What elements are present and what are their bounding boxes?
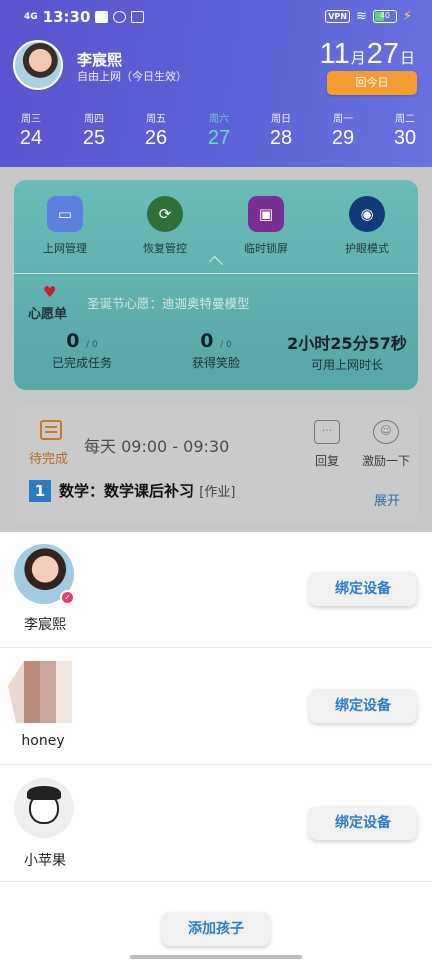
kid-mode-subtitle: 自由上网（今日生效）: [77, 70, 187, 83]
bind-device-button[interactable]: 绑定设备: [309, 689, 417, 723]
child-avatar[interactable]: [14, 778, 74, 838]
task-card: 待完成 每天 09:00 - 09:30 ··· 回复 ☺ 激励一下 1 数学：…: [15, 405, 418, 525]
day-item[interactable]: 周日 28: [256, 110, 306, 150]
header: 4G 13:30 VPN ≋ 40 ⚡ 李宸熙 自由上网（今日生效） 11 月 2…: [0, 0, 432, 167]
child-row[interactable]: honey 绑定设备: [0, 649, 432, 765]
current-date: 11 月 27 日: [319, 38, 415, 70]
selected-check-icon: ✓: [60, 590, 75, 605]
wishlist-label[interactable]: 心愿单: [28, 303, 67, 322]
child-row[interactable]: ✓ 李宸熙 绑定设备: [0, 532, 432, 648]
restore-icon: ⟳: [147, 196, 183, 232]
monitor-icon: ▭: [47, 196, 83, 232]
smiles-stat: 0 / 0 获得笑脸: [191, 330, 240, 370]
encourage-button[interactable]: ☺ 激励一下: [358, 420, 414, 469]
todo-list-icon: [40, 420, 62, 440]
day-item[interactable]: 周四 25: [69, 110, 119, 150]
mail-icon: [95, 11, 109, 23]
task-title[interactable]: 数学：数学课后补习 [作业]: [59, 480, 235, 501]
day-item[interactable]: 周三 24: [6, 110, 56, 150]
child-name: 李宸熙: [24, 617, 66, 633]
status-bar: 4G 13:30 VPN ≋ 40 ⚡: [0, 0, 432, 34]
smile-icon: ☺: [373, 420, 399, 444]
signal-indicator: 4G: [24, 11, 38, 22]
day-item[interactable]: 周二 30: [380, 110, 430, 150]
home-indicator[interactable]: [130, 955, 302, 959]
eye-care-button[interactable]: ◉ 护眼模式: [327, 196, 407, 256]
child-name: 小苹果: [24, 853, 66, 869]
charging-icon: ⚡: [402, 9, 412, 24]
kid-name[interactable]: 李宸熙: [77, 49, 122, 70]
add-child-button[interactable]: 添加孩子: [162, 912, 270, 946]
divider: [14, 273, 418, 274]
week-strip: 周三 24 周四 25 周五 26 周六 27 周日 28 周一 29 周二 30: [0, 110, 432, 154]
task-schedule: 每天 09:00 - 09:30: [84, 437, 230, 456]
restore-control-button[interactable]: ⟳ 恢复管控: [125, 196, 205, 256]
expand-link[interactable]: 展开: [374, 490, 400, 509]
bind-device-button[interactable]: 绑定设备: [309, 806, 417, 840]
wifi-icon: ≋: [355, 9, 367, 24]
eye-icon: ◉: [349, 196, 385, 232]
completed-tasks-stat: 0 / 0 已完成任务: [51, 330, 112, 370]
vpn-badge: VPN: [325, 10, 350, 23]
task-number: 1: [29, 480, 51, 502]
heart-icon: ♥: [43, 283, 57, 301]
day-item-selected[interactable]: 周六 27: [194, 110, 244, 150]
back-to-today-button[interactable]: 回今日: [327, 71, 417, 95]
child-avatar[interactable]: [8, 661, 88, 723]
lock-icon: ▣: [248, 196, 284, 232]
status-time: 13:30: [42, 8, 91, 26]
child-row[interactable]: 小苹果 绑定设备: [0, 766, 432, 882]
child-select-sheet: ✓ 李宸熙 绑定设备 honey 绑定设备 小苹果 绑定设备 添加孩子: [0, 532, 432, 960]
bind-device-button[interactable]: 绑定设备: [309, 572, 417, 606]
day-item[interactable]: 周一 29: [318, 110, 368, 150]
clock-icon: [113, 11, 127, 23]
wishlist-text[interactable]: 圣诞节心愿：迪迦奥特曼模型: [87, 293, 250, 312]
pending-label: 待完成: [29, 452, 69, 467]
control-card: ▭ 上网管理 ⟳ 恢复管控 ▣ 临时锁屏 ◉ 护眼模式 ♥ 心愿单 圣诞节心愿：…: [14, 180, 418, 390]
internet-management-button[interactable]: ▭ 上网管理: [25, 196, 105, 256]
day-item[interactable]: 周五 26: [131, 110, 181, 150]
comment-icon: ···: [314, 420, 340, 444]
reply-button[interactable]: ··· 回复: [312, 420, 342, 469]
available-time-stat: 2小时25分57秒 可用上网时长: [287, 334, 407, 372]
collapse-chevron-icon[interactable]: [208, 255, 224, 271]
temporary-lock-button[interactable]: ▣ 临时锁屏: [226, 196, 306, 256]
tiktok-icon: [131, 11, 145, 23]
kid-avatar[interactable]: [13, 40, 63, 90]
child-name: honey: [21, 733, 65, 749]
battery-icon: 40: [372, 10, 397, 23]
